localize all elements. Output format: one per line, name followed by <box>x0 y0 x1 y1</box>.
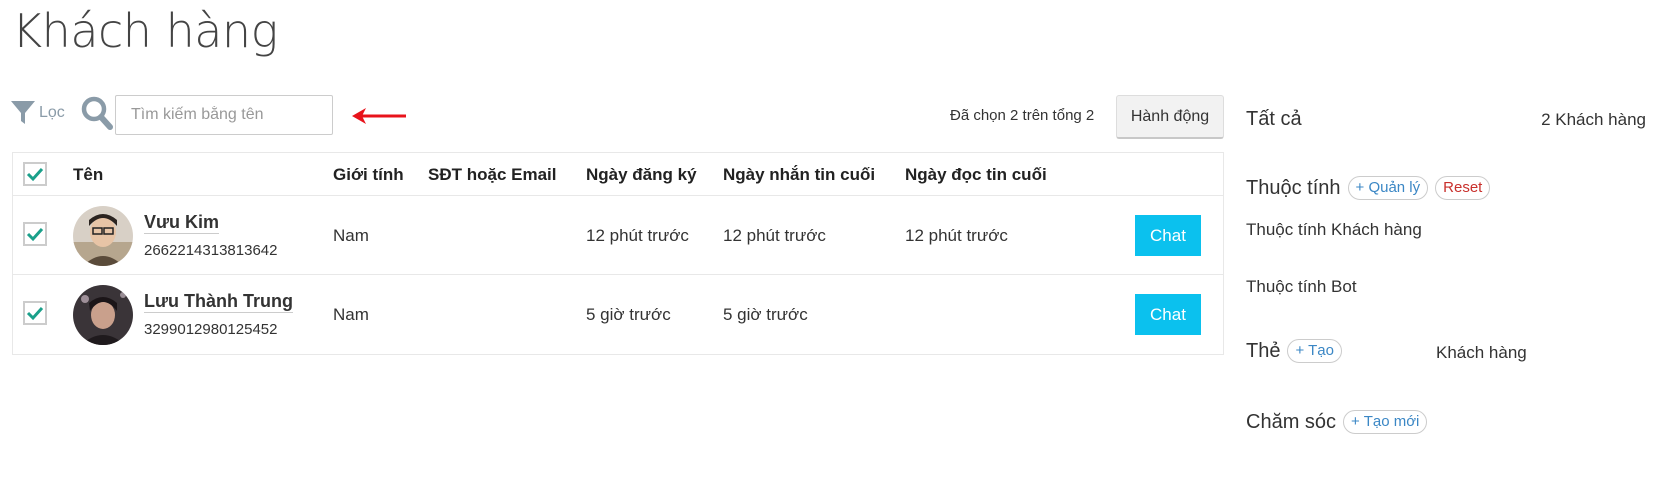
toolbar: Lọc Đã chọn 2 trên tổng 2 Hành động <box>10 95 1224 139</box>
search-icon[interactable] <box>81 96 113 130</box>
all-customers-link[interactable]: Tất cả <box>1246 108 1302 131</box>
header-gender[interactable]: Giới tính <box>333 165 404 185</box>
attributes-title: Thuộc tính <box>1246 176 1341 199</box>
customer-table: Tên Giới tính SĐT hoặc Email Ngày đăng k… <box>12 152 1224 355</box>
filter-label: Lọc <box>39 104 65 121</box>
arrow-left-icon <box>352 108 406 124</box>
last-read-cell: 12 phút trước <box>905 226 1008 245</box>
gender-cell: Nam <box>333 226 369 245</box>
tags-title: Thẻ <box>1246 339 1281 362</box>
manage-attributes-button[interactable]: + Quản lý <box>1347 176 1429 200</box>
customer-attributes-link[interactable]: Thuộc tính Khách hàng <box>1246 220 1422 240</box>
customer-name-link[interactable]: Lưu Thành Trung <box>144 291 294 313</box>
row-checkbox[interactable] <box>23 301 47 325</box>
customer-id: 2662214313813642 <box>144 242 278 259</box>
last-message-cell: 12 phút trước <box>723 226 826 245</box>
header-last-message[interactable]: Ngày nhắn tin cuối <box>723 165 875 185</box>
table-row: Lưu Thành Trung 3299012980125452 Nam 5 g… <box>13 275 1223 354</box>
header-last-read[interactable]: Ngày đọc tin cuối <box>905 165 1047 185</box>
all-customers-count: 2 Khách hàng <box>1541 110 1646 129</box>
avatar <box>73 206 133 266</box>
checkmark-icon <box>26 167 44 182</box>
create-tag-button[interactable]: + Tạo <box>1287 339 1342 363</box>
action-button[interactable]: Hành động <box>1116 95 1224 139</box>
header-registered[interactable]: Ngày đăng ký <box>586 165 697 185</box>
registered-cell: 12 phút trước <box>586 226 689 245</box>
tags-section: Thẻ + Tạo <box>1246 339 1342 363</box>
row-checkbox[interactable] <box>23 222 47 246</box>
chat-button[interactable]: Chat <box>1135 294 1201 335</box>
gender-cell: Nam <box>333 305 369 324</box>
filter-icon <box>11 101 35 124</box>
chat-button[interactable]: Chat <box>1135 215 1201 256</box>
reset-button[interactable]: Reset <box>1435 176 1491 200</box>
header-contact[interactable]: SĐT hoặc Email <box>428 165 556 185</box>
checkmark-icon <box>26 227 44 242</box>
registered-cell: 5 giờ trước <box>586 305 671 324</box>
right-panel: Tất cả 2 Khách hàng Thuộc tính + Quản lý… <box>1246 0 1646 495</box>
last-message-cell: 5 giờ trước <box>723 305 808 324</box>
filter-button[interactable]: Lọc <box>10 99 65 127</box>
search-input[interactable] <box>115 95 333 135</box>
table-header-row: Tên Giới tính SĐT hoặc Email Ngày đăng k… <box>13 153 1223 196</box>
care-section: Chăm sóc + Tạo mới <box>1246 410 1428 434</box>
header-name[interactable]: Tên <box>73 165 103 185</box>
table-row: Vưu Kim 2662214313813642 Nam 12 phút trư… <box>13 196 1223 275</box>
customer-name-link[interactable]: Vưu Kim <box>144 212 220 234</box>
checkmark-icon <box>26 306 44 321</box>
create-care-button[interactable]: + Tạo mới <box>1343 410 1428 434</box>
selected-count-text: Đã chọn 2 trên tổng 2 <box>950 107 1095 124</box>
page-title: Khách hàng <box>12 4 278 58</box>
bot-attributes-link[interactable]: Thuộc tính Bot <box>1246 277 1357 297</box>
attributes-section: Thuộc tính + Quản lý Reset <box>1246 176 1491 200</box>
tag-item[interactable]: Khách hàng <box>1436 343 1527 363</box>
customer-id: 3299012980125452 <box>144 321 278 338</box>
care-title: Chăm sóc <box>1246 410 1337 433</box>
select-all-checkbox[interactable] <box>23 162 47 186</box>
avatar <box>73 285 133 345</box>
